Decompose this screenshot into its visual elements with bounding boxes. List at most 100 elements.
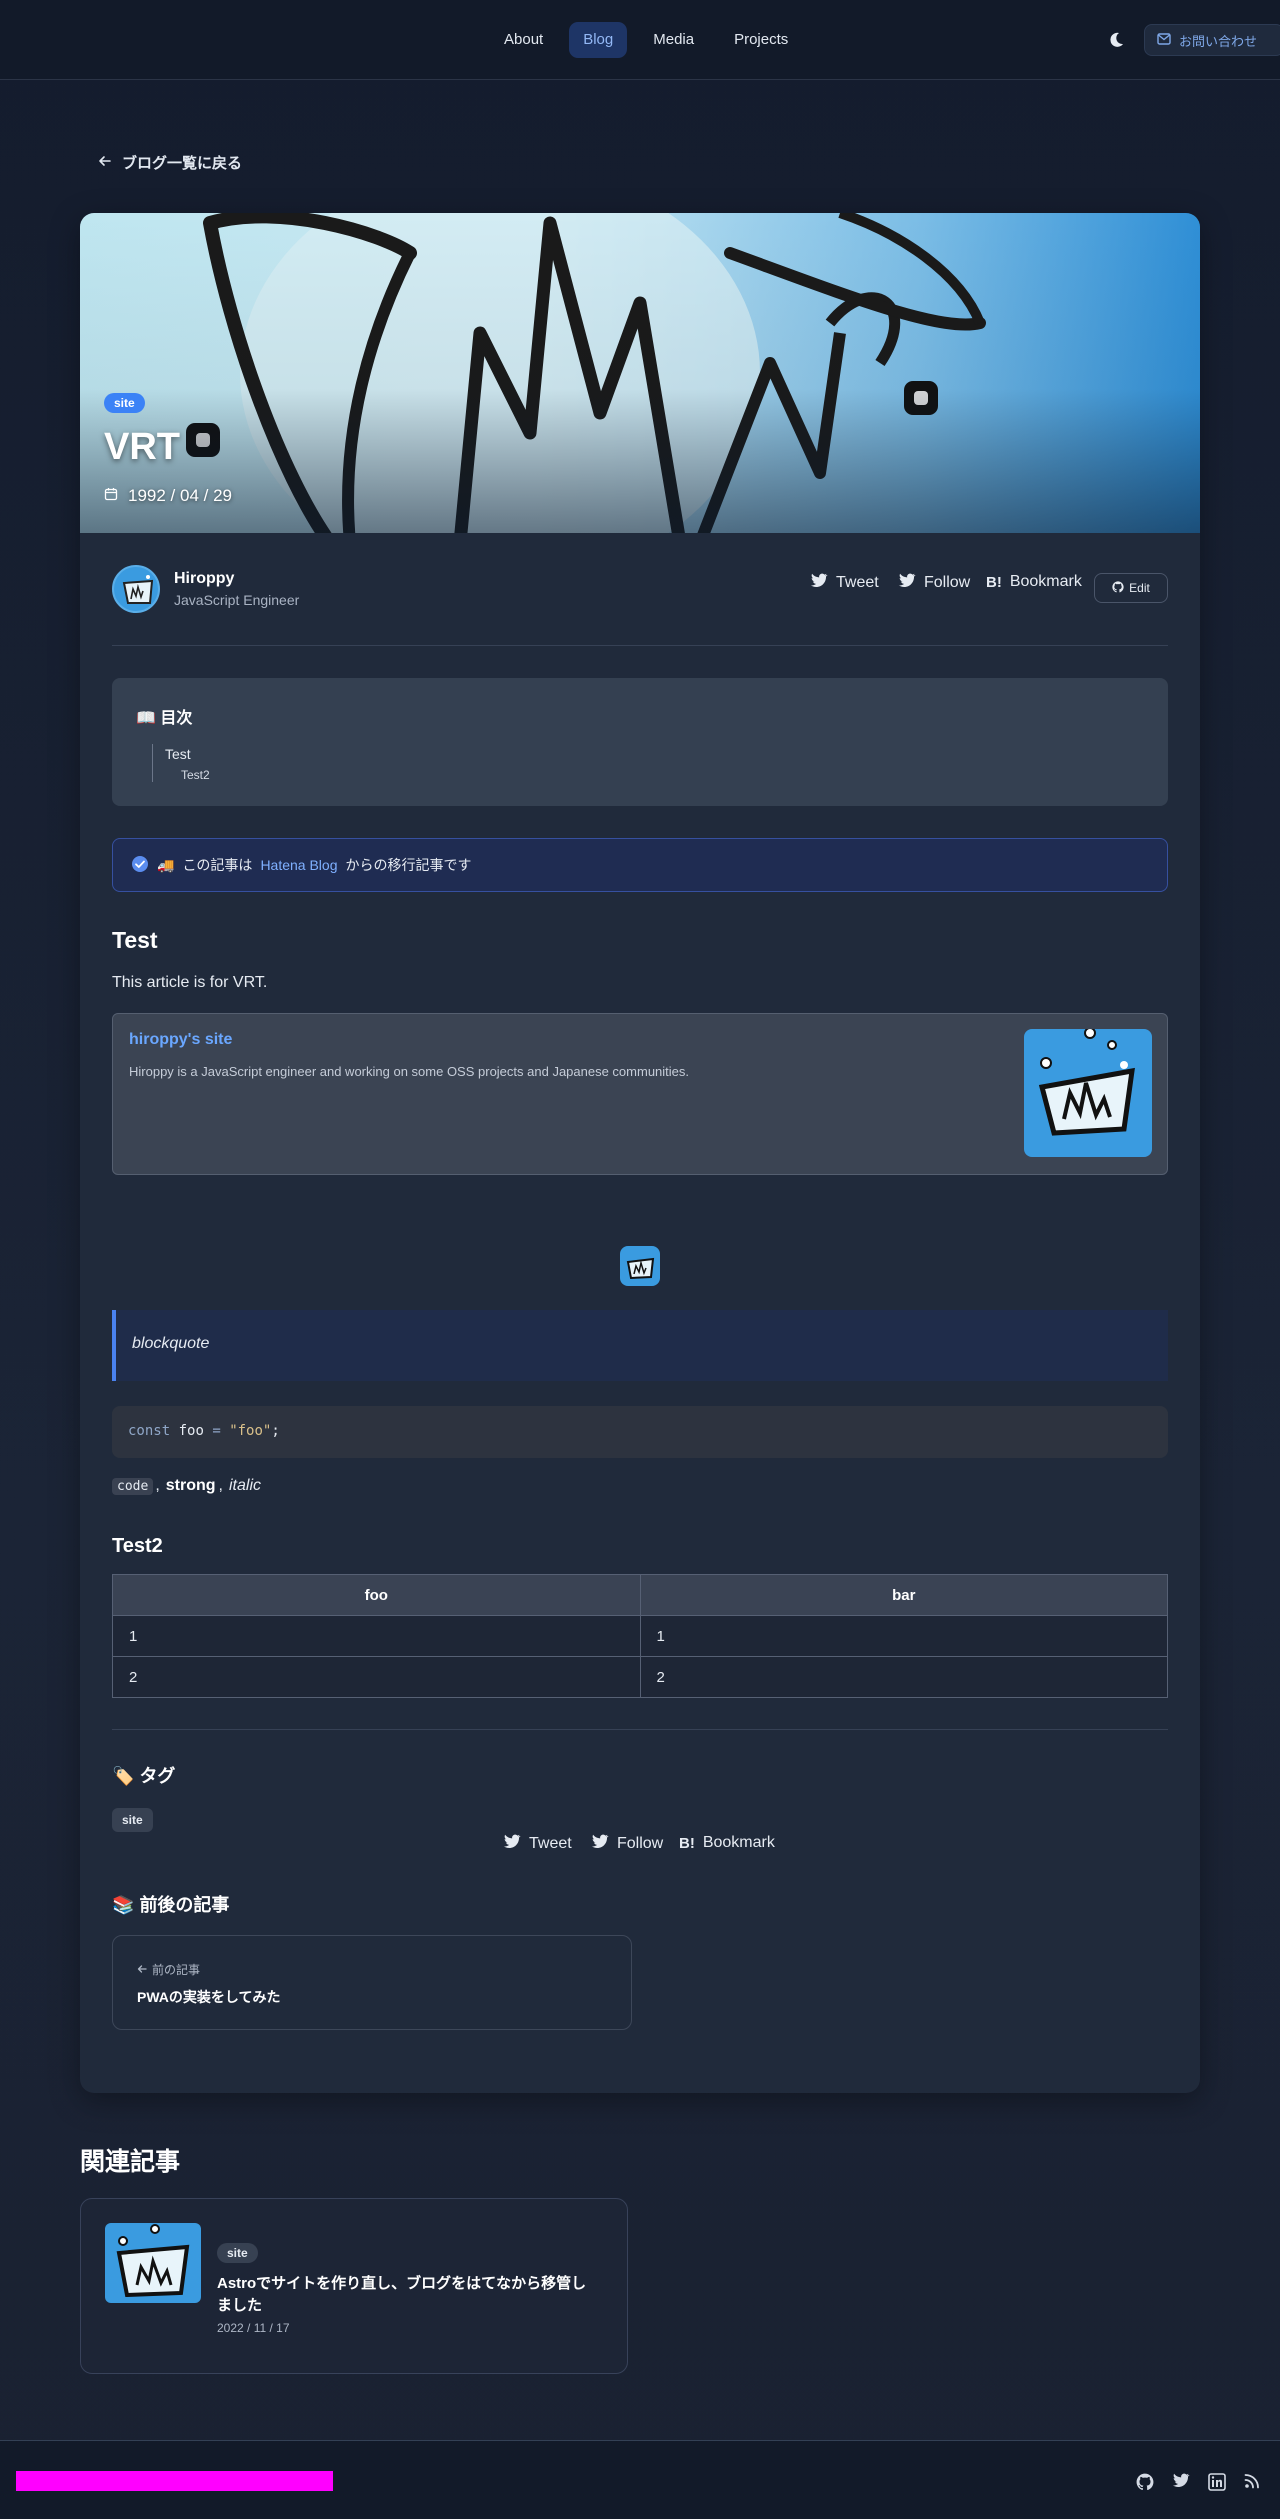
data-table: foo bar 1 1 2 2 (112, 1574, 1168, 1698)
edit-button[interactable]: Edit (1094, 573, 1168, 603)
follow-label: Follow (617, 1835, 664, 1852)
site-header: About Blog Media Projects お問い合わせ (0, 0, 1280, 80)
notice-prefix: この記事は (182, 857, 253, 873)
author-name[interactable]: Hiroppy (174, 570, 299, 588)
link-card[interactable]: hiroppy's site Hiroppy is a JavaScript e… (112, 1013, 1168, 1175)
contact-label: お問い合わせ (1179, 33, 1258, 49)
inline-separator: , (155, 1477, 160, 1494)
toc-item-test[interactable]: Test (165, 744, 210, 764)
toc-list: Test Test2 (152, 744, 210, 782)
avatar[interactable] (112, 565, 160, 613)
toc-title-text: 目次 (160, 710, 193, 727)
nav-about[interactable]: About (490, 22, 557, 58)
inline-strong: strong (165, 1477, 216, 1494)
related-article-card[interactable]: site Astroでサイトを作り直し、ブログをはてなから移管しました 2022… (80, 2198, 628, 2374)
calendar-icon (104, 486, 118, 506)
bookmark-button[interactable]: B! Bookmark (986, 573, 1082, 591)
code-string: "foo" (229, 1423, 272, 1439)
link-card-thumbnail (1024, 1029, 1152, 1157)
table-row: 1 1 (112, 1615, 1168, 1657)
twitter-icon (810, 573, 828, 593)
twitter-icon (503, 1834, 521, 1854)
hero-tag-badge[interactable]: site (104, 393, 145, 413)
divider (112, 645, 1168, 646)
linkedin-icon[interactable] (1208, 2473, 1228, 2493)
github-icon[interactable] (1136, 2473, 1156, 2493)
nav-blog[interactable]: Blog (569, 22, 628, 58)
link-card-title[interactable]: hiroppy's site (129, 1031, 232, 1049)
prev-article-card[interactable]: 前の記事 PWAの実装をしてみた (112, 1935, 632, 2030)
inline-code: code (112, 1477, 154, 1495)
nav-projects[interactable]: Projects (720, 22, 802, 58)
tweet-label: Tweet (529, 1835, 572, 1852)
follow-button[interactable]: Follow (898, 573, 970, 593)
code-block: const foo = "foo"; (112, 1406, 1168, 1458)
rss-icon[interactable] (1244, 2473, 1264, 2493)
edit-label: Edit (1129, 581, 1150, 595)
article-paragraph: This article is for VRT. (112, 974, 268, 991)
arrow-left-icon (137, 1963, 147, 1977)
article-card: site VRT 1992 / 04 / 29 Hiroppy JavaScri… (80, 213, 1200, 2093)
arrow-left-icon (98, 154, 112, 172)
prev-article-title[interactable]: PWAの実装をしてみた (137, 1987, 280, 2007)
author-role: JavaScript Engineer (174, 592, 300, 608)
tag-site[interactable]: site (112, 1808, 153, 1832)
bookmark-button-bottom[interactable]: B! Bookmark (679, 1834, 775, 1852)
tweet-label: Tweet (836, 574, 879, 591)
hatena-bookmark-icon: B! (986, 573, 1002, 591)
prev-next-heading-text: 前後の記事 (139, 1895, 230, 1915)
contact-button[interactable]: お問い合わせ (1144, 24, 1280, 56)
site-icon-image (620, 1246, 660, 1286)
mail-icon (1157, 32, 1171, 48)
inline-italic: italic (229, 1477, 262, 1494)
moving-person-icon: 🚚 (157, 856, 175, 873)
related-article-thumbnail (105, 2223, 201, 2303)
table-cell: 1 (639, 1615, 1168, 1657)
publish-date: 1992 / 04 / 29 (104, 486, 232, 506)
table-of-contents: 📖 目次 Test Test2 (112, 678, 1168, 806)
code-identifier: foo (178, 1423, 204, 1439)
toc-title: 📖 目次 (136, 704, 192, 728)
tweet-button-bottom[interactable]: Tweet (503, 1834, 572, 1854)
related-article-tag[interactable]: site (217, 2243, 258, 2263)
hatena-bookmark-icon: B! (679, 1834, 695, 1852)
table-header: foo (112, 1574, 641, 1616)
social-links (1136, 2473, 1264, 2493)
article-title: VRT (104, 426, 180, 468)
books-icon: 📚 (112, 1895, 135, 1915)
table-row: 2 2 (112, 1656, 1168, 1698)
bookmark-label: Bookmark (702, 1834, 775, 1851)
nav-media[interactable]: Media (639, 22, 708, 58)
table-header: bar (639, 1574, 1168, 1616)
bookmark-label: Bookmark (1009, 573, 1082, 590)
site-footer (0, 2440, 1280, 2519)
prev-label-text: 前の記事 (152, 1963, 201, 1977)
toc-item-test2[interactable]: Test2 (181, 768, 210, 782)
link-card-description: Hiroppy is a JavaScript engineer and wor… (129, 1064, 690, 1079)
back-link-label: ブログ一覧に戻る (122, 155, 243, 172)
twitter-icon (898, 573, 916, 593)
related-article-date: 2022 / 11 / 17 (217, 2321, 290, 2335)
prev-next-heading: 📚 前後の記事 (112, 1891, 229, 1917)
code-semicolon: ; (271, 1423, 280, 1439)
tags-heading-text: タグ (139, 1766, 176, 1786)
follow-button-bottom[interactable]: Follow (591, 1834, 663, 1854)
book-icon: 📖 (136, 710, 156, 727)
hatena-blog-link[interactable]: Hatena Blog (260, 857, 337, 873)
moon-icon[interactable] (1106, 30, 1126, 50)
table-cell: 2 (639, 1656, 1168, 1698)
hero-overlay (80, 213, 1200, 533)
related-articles-heading: 関連記事 (80, 2148, 181, 2176)
twitter-icon[interactable] (1172, 2473, 1192, 2493)
heading-test2: Test2 (112, 1535, 163, 1557)
table-cell: 2 (112, 1656, 641, 1698)
publish-date-text: 1992 / 04 / 29 (128, 486, 232, 505)
follow-label: Follow (924, 574, 971, 591)
back-to-blog-link[interactable]: ブログ一覧に戻る (98, 152, 242, 173)
related-article-title[interactable]: Astroでサイトを作り直し、ブログをはてなから移管しました (217, 2273, 587, 2317)
tweet-button[interactable]: Tweet (810, 573, 879, 593)
tags-heading: 🏷️ タグ (112, 1762, 175, 1788)
inline-separator: , (218, 1477, 223, 1494)
heading-test: Test (112, 927, 158, 953)
check-circle-icon (131, 855, 149, 876)
